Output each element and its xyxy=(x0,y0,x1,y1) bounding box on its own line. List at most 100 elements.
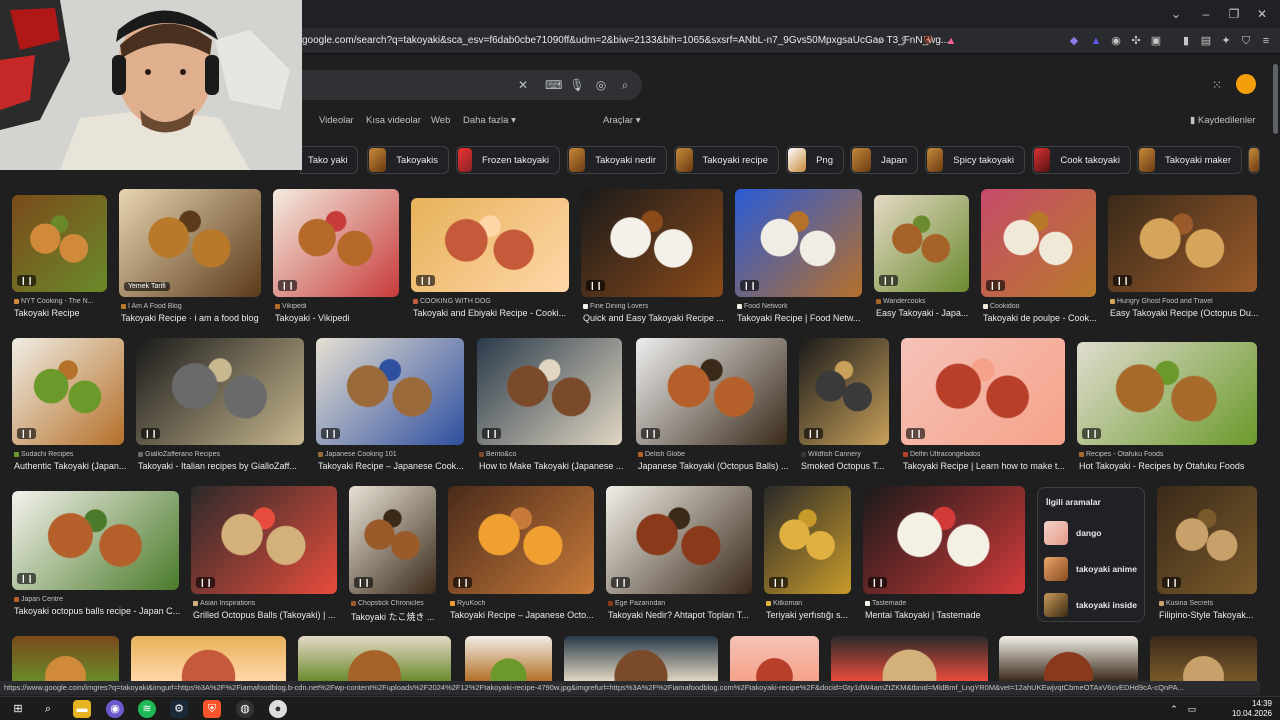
puzzle-icon[interactable]: ✣ xyxy=(1128,33,1144,49)
menu-icon[interactable]: ≡ xyxy=(1258,33,1274,49)
image-result[interactable]: ❙❙ xyxy=(448,486,594,594)
result-source[interactable]: COOKING WITH DOG xyxy=(413,298,577,305)
result-source[interactable]: RyuKoch xyxy=(450,600,602,607)
chip-tako-yaki[interactable]: Tako yaki xyxy=(300,146,358,174)
tab-short-videos[interactable]: Kısa videolar xyxy=(366,115,421,126)
extension-icon[interactable]: ◉ xyxy=(1108,33,1124,49)
image-result[interactable]: ❙❙ xyxy=(1157,486,1257,594)
image-result[interactable]: ❙❙ xyxy=(981,189,1096,297)
search-icon[interactable]: ⌕ xyxy=(617,77,633,93)
result-source[interactable]: I Am A Food Blog xyxy=(121,303,269,310)
chip-takoyaki-nedir[interactable]: Takoyaki nedir xyxy=(567,146,667,174)
result-source[interactable]: Recipes - Otafuku Foods xyxy=(1079,451,1265,458)
image-result[interactable] xyxy=(1150,636,1257,681)
minimize-icon[interactable]: – xyxy=(1198,6,1214,22)
image-result[interactable]: ❙❙ xyxy=(735,189,862,297)
image-result[interactable]: ❙❙ xyxy=(411,198,569,292)
image-result[interactable]: ❙❙ xyxy=(12,195,107,292)
chip-takoyakis[interactable]: Takoyakis xyxy=(367,146,449,174)
sidebar-icon[interactable]: ▮ xyxy=(1178,33,1194,49)
apps-grid-icon[interactable]: ⁙ xyxy=(1212,78,1226,92)
result-source[interactable]: Cookidoo xyxy=(983,303,1104,310)
result-title[interactable]: Japanese Takoyaki (Octopus Balls) ... xyxy=(638,461,797,471)
result-title[interactable]: Grilled Octopus Balls (Takoyaki) | ... xyxy=(193,610,347,620)
tab-more[interactable]: Daha fazla ▾ xyxy=(463,115,516,126)
image-result[interactable] xyxy=(730,636,819,681)
image-result[interactable]: ❙❙ xyxy=(1108,195,1257,292)
chip-spicy-takoyaki[interactable]: Spicy takoyaki xyxy=(925,146,1025,174)
brave-icon[interactable]: ⛨ xyxy=(203,700,221,718)
keyboard-icon[interactable]: ⌨ xyxy=(545,77,562,93)
chip-cook-takoyaki[interactable]: Cook takoyaki xyxy=(1032,146,1131,174)
image-result[interactable]: ❙❙ xyxy=(764,486,851,594)
tray-chevron-icon[interactable]: ⌃ xyxy=(1165,700,1183,718)
result-title[interactable]: Filipino-Style Takoyak... xyxy=(1159,610,1267,620)
result-source[interactable]: Fine Dining Lovers xyxy=(583,303,731,310)
image-result[interactable]: ❙❙ xyxy=(12,338,124,445)
image-result[interactable]: ❙❙ xyxy=(799,338,889,445)
result-source[interactable]: Tastemade xyxy=(865,600,1033,607)
result-source[interactable]: Asian Inspirations xyxy=(193,600,345,607)
image-result[interactable]: ❙❙ xyxy=(581,189,723,297)
image-result[interactable]: ❙❙ xyxy=(863,486,1025,594)
avatar[interactable] xyxy=(1236,74,1256,94)
result-source[interactable]: Hungry Ghost Food and Travel xyxy=(1110,298,1265,305)
result-title[interactable]: Mentai Takoyaki | Tastemade xyxy=(865,610,1035,620)
result-title[interactable]: Easy Takoyaki Recipe (Octopus Du... xyxy=(1110,308,1267,318)
spotify-icon[interactable]: ≋ xyxy=(138,700,156,718)
windows-start-icon[interactable]: ⊞ xyxy=(9,700,27,718)
result-title[interactable]: Takoyaki Recipe | Food Netw... xyxy=(737,313,872,323)
image-result[interactable] xyxy=(12,636,119,681)
image-result[interactable] xyxy=(465,636,552,681)
result-title[interactable]: Takoyaki Recipe xyxy=(14,308,117,318)
result-title[interactable]: Quick and Easy Takoyaki Recipe ... xyxy=(583,313,733,323)
image-result[interactable] xyxy=(999,636,1138,681)
vpn-icon[interactable]: ⛉ xyxy=(1238,33,1254,49)
network-icon[interactable]: ▭ xyxy=(1183,700,1201,718)
result-title[interactable]: Takoyaki Recipe · i am a food blog xyxy=(121,313,271,323)
result-title[interactable]: Takoyaki octopus balls recipe - Japan C.… xyxy=(14,606,189,616)
chip-takoyaki-maker[interactable]: Takoyaki maker xyxy=(1137,146,1242,174)
extension-icon[interactable]: ▲ xyxy=(1088,33,1104,49)
search-icon[interactable]: ⌕ xyxy=(39,700,57,718)
image-result[interactable]: ❙❙ xyxy=(273,189,399,297)
result-title[interactable]: Takoyaki - Vikipedi xyxy=(275,313,409,323)
image-result[interactable]: ❙❙ xyxy=(636,338,787,445)
image-result[interactable]: ❙❙ xyxy=(901,338,1065,445)
result-title[interactable]: Takoyaki Recipe – Japanese Cook... xyxy=(318,461,474,471)
system-clock[interactable]: 14:39 10.04.2026 xyxy=(1232,699,1272,719)
tools-button[interactable]: Araçlar ▾ xyxy=(603,115,641,126)
share-icon[interactable]: ⇪ xyxy=(896,33,912,49)
related-item-takoyaki-anime[interactable]: takoyaki anime xyxy=(1044,555,1140,583)
result-source[interactable]: Bento&co xyxy=(479,451,630,458)
result-title[interactable]: Takoyaki and Ebiyaki Recipe - Cooki... xyxy=(413,308,579,318)
discord-icon[interactable]: ◉ xyxy=(106,700,124,718)
result-source[interactable]: Food Network xyxy=(737,303,870,310)
chip-png[interactable]: Png xyxy=(786,146,844,174)
result-source[interactable]: Kusina Secrets xyxy=(1159,600,1265,607)
result-title[interactable]: Takoyaki Recipe – Japanese Octo... xyxy=(450,610,604,620)
microphone-icon[interactable]: 🎙 xyxy=(569,77,585,93)
extension-icon[interactable]: ▣ xyxy=(1148,33,1164,49)
result-source[interactable]: Vikipedi xyxy=(275,303,407,310)
result-source[interactable]: Sudachi Recipes xyxy=(14,451,132,458)
restore-icon[interactable]: ❐ xyxy=(1226,6,1242,22)
result-title[interactable]: Takoyaki - Italian recipes by GialloZaff… xyxy=(138,461,314,471)
image-result[interactable]: ❙❙ xyxy=(1077,342,1257,445)
image-result[interactable]: ❙❙ xyxy=(191,486,337,594)
tab-videos[interactable]: Videolar xyxy=(319,115,354,126)
result-title[interactable]: How to Make Takoyaki (Japanese ... xyxy=(479,461,632,471)
result-source[interactable]: Japan Centre xyxy=(14,596,187,603)
tab-web[interactable]: Web xyxy=(431,115,450,126)
chip-takoyaki-recipe[interactable]: Takoyaki recipe xyxy=(674,146,779,174)
result-title[interactable]: Hot Takoyaki - Recipes by Otafuku Foods xyxy=(1079,461,1267,471)
leo-icon[interactable]: ✦ xyxy=(1218,33,1234,49)
image-result[interactable] xyxy=(564,636,718,681)
scrollbar-thumb[interactable] xyxy=(1273,64,1278,134)
image-result[interactable] xyxy=(131,636,286,681)
saved-button[interactable]: ▮ Kaydedilenler xyxy=(1190,115,1255,126)
result-source[interactable]: Japanese Cooking 101 xyxy=(318,451,472,458)
result-title[interactable]: Easy Takoyaki - Japa... xyxy=(876,308,979,318)
chip-japan[interactable]: Japan xyxy=(850,146,918,174)
image-result[interactable]: ❙❙ xyxy=(477,338,622,445)
